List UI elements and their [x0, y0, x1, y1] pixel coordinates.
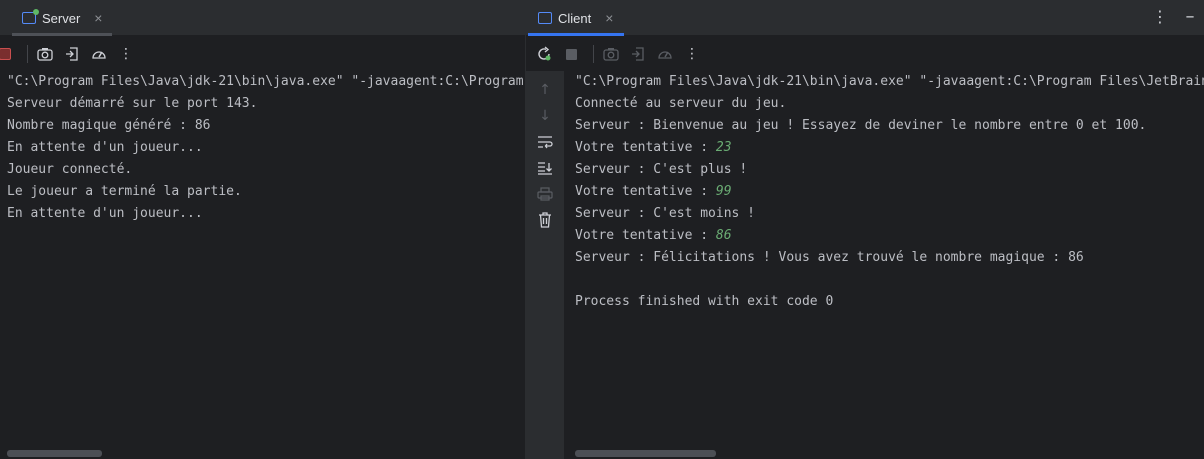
console-line: Connecté au serveur du jeu. — [575, 93, 1204, 115]
profiler-button[interactable] — [654, 43, 676, 65]
client-toolbar: ⋮ — [526, 37, 1204, 71]
user-input-text: 86 — [715, 228, 732, 243]
console-line: Votre tentative : 86 — [575, 225, 1204, 247]
console-line-text: Votre tentative : — [575, 184, 716, 199]
console-line: Serveur : C'est moins ! — [575, 203, 1204, 225]
soft-wrap-icon — [538, 136, 553, 149]
toolbar-separator — [593, 45, 594, 63]
rerun-icon — [538, 46, 551, 61]
console-line: Le joueur a terminé la partie. — [7, 184, 242, 199]
console-line: Nombre magique généré : 86 — [7, 118, 211, 133]
console-line: Votre tentative : 23 — [575, 137, 1204, 159]
console-line-text: Process finished with exit code 0 — [575, 294, 834, 309]
tab-server[interactable]: Server × — [12, 0, 113, 36]
tab-server-label: Server — [42, 10, 81, 26]
console-line-text: Votre tentative : — [575, 228, 716, 243]
console-line: Serveur démarré sur le port 143. — [7, 96, 258, 111]
more-options-button[interactable]: ⋮ — [681, 43, 703, 65]
stop-button[interactable] — [0, 43, 16, 65]
arrow-up-icon: ↑ — [539, 82, 551, 98]
console-line-text: Serveur : Félicitations ! Vous avez trou… — [575, 250, 1084, 265]
scroll-down-button[interactable]: ↓ — [534, 105, 556, 127]
print-icon — [537, 187, 553, 201]
client-tabbar: Client × ⋮ – — [526, 0, 1204, 36]
close-icon[interactable]: × — [94, 10, 102, 26]
close-icon[interactable]: × — [605, 10, 613, 26]
user-input-text: 23 — [715, 140, 732, 155]
scroll-to-end-button[interactable] — [534, 157, 556, 179]
server-console-pane: Server × ⋮ "C:\Program Files\Java\jdk-21… — [0, 0, 525, 459]
exit-icon — [66, 47, 78, 61]
console-line: En attente d'un joueur... — [7, 206, 203, 221]
screenshot-button[interactable] — [600, 43, 622, 65]
print-button[interactable] — [534, 183, 556, 205]
profiler-button[interactable] — [88, 43, 110, 65]
server-tabbar: Server × — [0, 0, 525, 36]
console-line-text: "C:\Program Files\Java\jdk-21\bin\java.e… — [575, 74, 1204, 89]
stop-button[interactable] — [560, 43, 582, 65]
arrow-down-icon: ↓ — [539, 108, 551, 124]
stop-icon — [565, 48, 577, 60]
screenshot-button[interactable] — [34, 43, 56, 65]
console-line: Serveur : C'est plus ! — [575, 159, 1204, 181]
user-input-text: 99 — [715, 184, 732, 199]
gauge-icon — [658, 51, 672, 59]
run-config-icon — [538, 12, 552, 24]
server-console-output[interactable]: "C:\Program Files\Java\jdk-21\bin\java.e… — [7, 71, 525, 459]
camera-icon — [603, 48, 619, 61]
scroll-up-button[interactable]: ↑ — [534, 79, 556, 101]
console-line: "C:\Program Files\Java\jdk-21\bin\java.e… — [7, 74, 524, 89]
more-icon: ⋮ — [685, 46, 699, 62]
stop-icon — [0, 48, 11, 60]
console-sidebar: ↑ ↓ — [526, 71, 564, 459]
console-line: Serveur : Bienvenue au jeu ! Essayez de … — [575, 115, 1204, 137]
scroll-to-end-icon — [538, 162, 552, 175]
console-line: Joueur connecté. — [7, 162, 133, 177]
exit-button[interactable] — [61, 43, 83, 65]
console-line: Serveur : Félicitations ! Vous avez trou… — [575, 247, 1204, 269]
console-line-text: Votre tentative : — [575, 140, 716, 155]
toolbar-separator — [27, 45, 28, 63]
trash-icon — [539, 212, 551, 228]
rerun-button[interactable] — [533, 43, 555, 65]
console-line-text: Serveur : Bienvenue au jeu ! Essayez de … — [575, 118, 1147, 133]
console-line-text: Serveur : C'est plus ! — [575, 162, 748, 177]
more-options-button[interactable]: ⋮ — [115, 43, 137, 65]
tab-client-label: Client — [558, 10, 592, 26]
console-line: Votre tentative : 99 — [575, 181, 1204, 203]
run-config-icon — [22, 9, 39, 24]
clear-all-button[interactable] — [534, 209, 556, 231]
console-line: "C:\Program Files\Java\jdk-21\bin\java.e… — [575, 71, 1204, 93]
console-line-text: Connecté au serveur du jeu. — [575, 96, 787, 111]
client-console-output[interactable]: "C:\Program Files\Java\jdk-21\bin\java.e… — [575, 71, 1204, 459]
minimize-button[interactable]: – — [1182, 8, 1198, 26]
horizontal-scrollbar[interactable] — [575, 450, 716, 457]
console-line-text: Serveur : C'est moins ! — [575, 206, 756, 221]
camera-icon — [37, 48, 53, 61]
client-console-pane: Client × ⋮ – ⋮ ↑ ↓ "C:\Program Files\Jav… — [526, 0, 1204, 459]
horizontal-scrollbar[interactable] — [7, 450, 102, 457]
tab-options-button[interactable]: ⋮ — [1152, 8, 1168, 26]
console-line: En attente d'un joueur... — [7, 140, 203, 155]
tab-client[interactable]: Client × — [528, 0, 624, 36]
soft-wrap-button[interactable] — [534, 131, 556, 153]
exit-icon — [632, 47, 644, 61]
more-icon: ⋮ — [119, 46, 133, 62]
server-toolbar: ⋮ — [0, 37, 525, 71]
gauge-icon — [92, 51, 106, 59]
console-line: Process finished with exit code 0 — [575, 291, 1204, 313]
exit-button[interactable] — [627, 43, 649, 65]
